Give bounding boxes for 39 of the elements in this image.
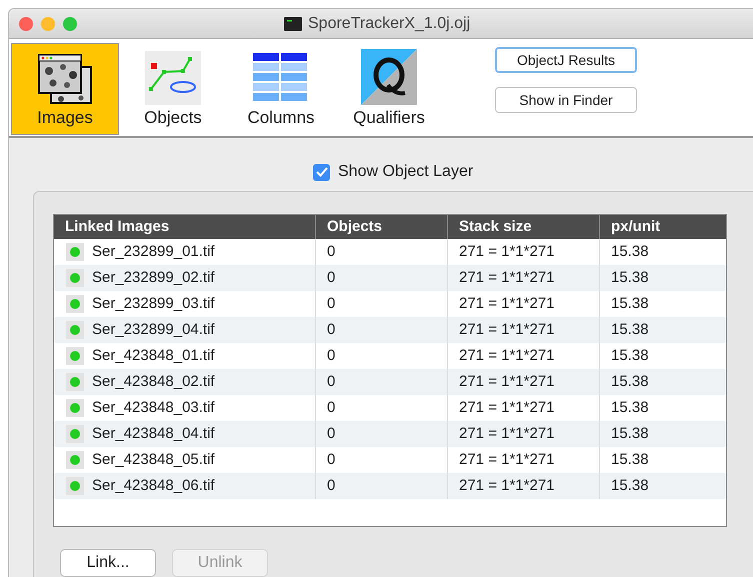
table-cell-text: 15.38 xyxy=(610,398,650,418)
table-cell-text: Ser_423848_05.tif xyxy=(92,450,215,470)
action-button[interactable]: Link... xyxy=(60,549,156,577)
minimize-button[interactable] xyxy=(41,17,55,31)
table-cell-text: 15.38 xyxy=(610,424,650,444)
q-letter-icon xyxy=(361,48,417,104)
table-cell-text: Ser_423848_04.tif xyxy=(92,424,215,444)
table-cell-text: 15.38 xyxy=(610,294,650,314)
toolbar-tab[interactable]: Images xyxy=(11,43,119,135)
table-cell-text: 15.38 xyxy=(610,346,650,366)
table-cell-text: Ser_423848_02.tif xyxy=(92,372,215,392)
show-object-layer-checkbox[interactable]: Show Object Layer xyxy=(313,160,474,184)
column-header[interactable]: px/unit xyxy=(600,215,726,239)
toolbar-button[interactable]: ObjectJ Results xyxy=(495,47,637,73)
window-title: SporeTrackerX_1.0j.ojj xyxy=(308,14,470,34)
table-cell-text: 15.38 xyxy=(610,242,650,262)
table-cell-text: Ser_232899_02.tif xyxy=(92,268,215,288)
toolbar-button[interactable]: Show in Finder xyxy=(495,87,637,113)
table-cell-text: Ser_232899_04.tif xyxy=(92,320,215,340)
table-cell-text: Ser_232899_03.tif xyxy=(92,294,215,314)
close-button[interactable] xyxy=(19,17,33,31)
table-cell-text: 15.38 xyxy=(610,476,650,496)
table-cell-text: Ser_423848_06.tif xyxy=(92,476,215,496)
table-cell-text: 15.38 xyxy=(610,268,650,288)
toolbar-tab[interactable]: Qualifiers xyxy=(335,43,443,135)
zoom-button[interactable] xyxy=(63,17,77,31)
terminal-icon xyxy=(284,16,302,30)
checkmark-icon xyxy=(316,167,328,177)
table-cell-text: Ser_423848_01.tif xyxy=(92,346,215,366)
table-cell-text: Ser_423848_03.tif xyxy=(92,398,215,418)
table-cell-text: Ser_232899_01.tif xyxy=(92,242,215,262)
table-cell-text: 15.38 xyxy=(610,320,650,340)
table-cell-text: 15.38 xyxy=(610,372,650,392)
table-cell: 271 = 1*1*271 xyxy=(448,473,600,499)
image-stack-icon xyxy=(37,52,93,104)
toolbar-tab[interactable]: Objects xyxy=(119,43,227,135)
toolbar-tab[interactable]: Columns xyxy=(227,43,335,135)
table-cell-text: 15.38 xyxy=(610,450,650,470)
table-cell: 0 xyxy=(316,473,448,499)
